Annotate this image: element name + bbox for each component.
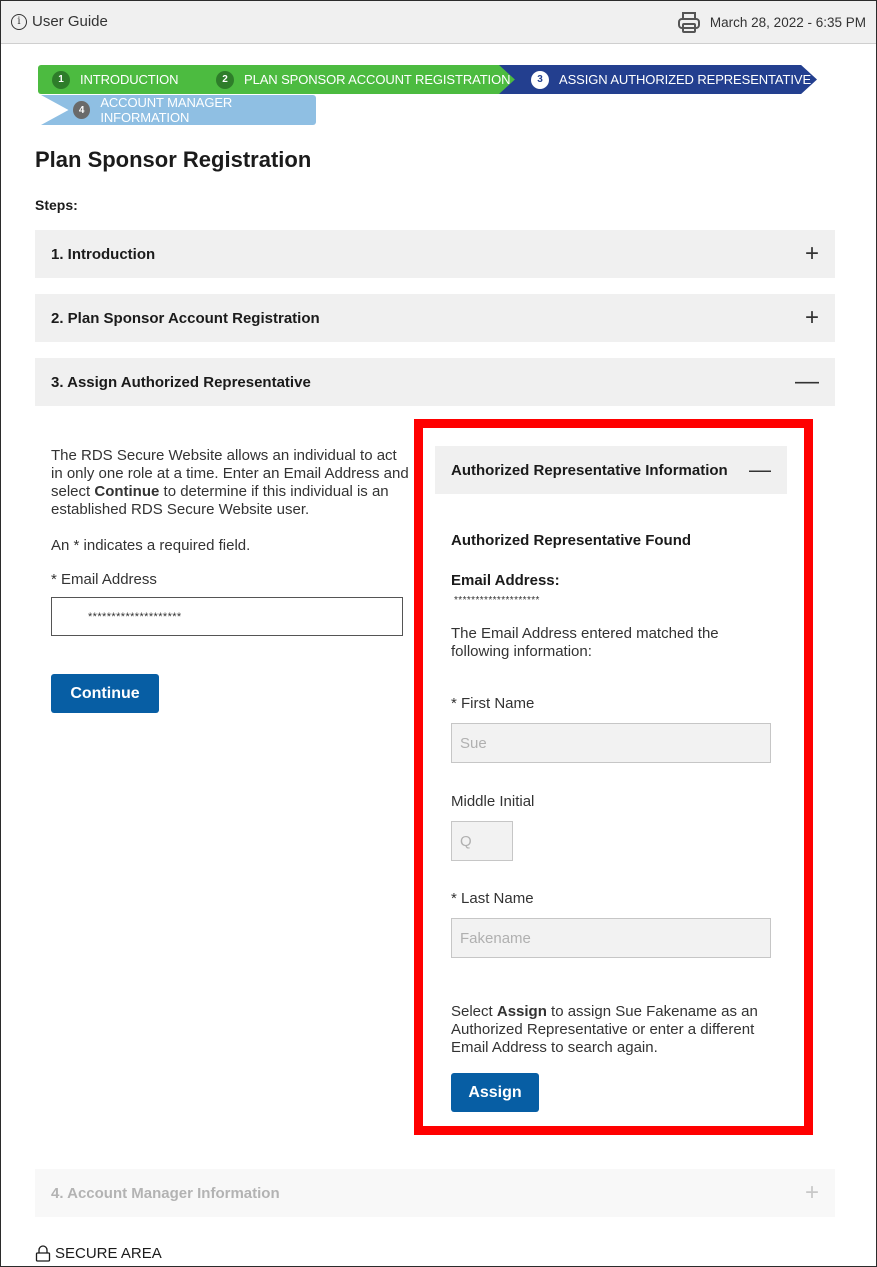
steps-label: Steps: xyxy=(35,197,78,213)
assign-instructions: Select Assign to assign Sue Fakename as … xyxy=(451,1003,781,1057)
page-frame: i User Guide March 28, 2022 - 6:35 PM 1 … xyxy=(0,0,877,1267)
info-icon: i xyxy=(11,13,27,30)
step-label: ASSIGN AUTHORIZED REPRESENTATIVE xyxy=(559,72,812,87)
plus-icon: + xyxy=(804,240,819,267)
accordion-assign-authorized-representative[interactable]: 3. Assign Authorized Representative — xyxy=(35,358,835,406)
step-label: INTRODUCTION xyxy=(80,72,179,87)
plus-icon: + xyxy=(804,304,819,331)
minus-icon: — xyxy=(795,368,819,395)
step-label: PLAN SPONSOR ACCOUNT REGISTRATION xyxy=(244,72,511,87)
user-guide-label: User Guide xyxy=(32,13,108,30)
section-header-label: Authorized Representative Information xyxy=(451,461,728,479)
last-name-field xyxy=(451,918,771,958)
step-number: 3 xyxy=(531,70,549,89)
intro-text: The RDS Secure Website allows an individ… xyxy=(51,447,411,519)
email-label: * Email Address xyxy=(51,571,157,588)
step-label: ACCOUNT MANAGER INFORMATION xyxy=(100,95,233,125)
secure-area-indicator: SECURE AREA xyxy=(35,1245,162,1262)
instructions-part: Select xyxy=(451,1003,497,1020)
email-input[interactable] xyxy=(51,597,403,636)
accordion-label: 3. Assign Authorized Representative xyxy=(51,373,311,391)
accordion-introduction[interactable]: 1. Introduction + xyxy=(35,230,835,278)
email-address-label: Email Address: xyxy=(451,572,560,589)
authorized-representative-info-header[interactable]: Authorized Representative Information — xyxy=(435,446,787,494)
assign-button[interactable]: Assign xyxy=(451,1073,539,1112)
continue-button[interactable]: Continue xyxy=(51,674,159,713)
intro-text-bold: Continue xyxy=(94,483,160,500)
page-title: Plan Sponsor Registration xyxy=(35,147,312,172)
required-note: An * indicates a required field. xyxy=(51,537,251,554)
stepper-step-3[interactable]: 3 ASSIGN AUTHORIZED REPRESENTATIVE xyxy=(499,65,817,94)
stepper-step-1[interactable]: 1 INTRODUCTION xyxy=(38,65,198,94)
stepper-step-4[interactable]: 4 ACCOUNT MANAGER INFORMATION xyxy=(41,95,316,125)
instructions-bold: Assign xyxy=(496,1003,547,1020)
accordion-account-manager-information: 4. Account Manager Information + xyxy=(35,1169,835,1217)
representative-found-title: Authorized Representative Found xyxy=(451,532,692,549)
print-icon[interactable] xyxy=(677,10,701,34)
timestamp: March 28, 2022 - 6:35 PM xyxy=(709,15,866,30)
user-guide-link[interactable]: i User Guide xyxy=(11,13,108,30)
lock-icon xyxy=(35,1245,51,1262)
middle-initial-field xyxy=(451,821,513,861)
accordion-label: 4. Account Manager Information xyxy=(51,1184,280,1202)
middle-initial-label: Middle Initial xyxy=(451,793,535,810)
step-number: 1 xyxy=(52,70,70,89)
step-number: 2 xyxy=(216,70,234,89)
secure-area-label: SECURE AREA xyxy=(55,1245,162,1262)
accordion-plan-sponsor-account-registration[interactable]: 2. Plan Sponsor Account Registration + xyxy=(35,294,835,342)
plus-icon: + xyxy=(804,1179,819,1206)
accordion-label: 2. Plan Sponsor Account Registration xyxy=(51,309,320,327)
last-name-label: * Last Name xyxy=(451,890,534,907)
first-name-field xyxy=(451,723,771,763)
top-bar: i User Guide March 28, 2022 - 6:35 PM xyxy=(1,1,876,44)
email-address-value: ******************** xyxy=(454,595,540,606)
stepper-step-2[interactable]: 2 PLAN SPONSOR ACCOUNT REGISTRATION xyxy=(184,65,516,94)
first-name-label: * First Name xyxy=(451,695,535,712)
accordion-label: 1. Introduction xyxy=(51,245,156,263)
matched-text: The Email Address entered matched the fo… xyxy=(451,625,719,660)
step-number: 4 xyxy=(73,101,91,119)
minus-icon: — xyxy=(749,457,771,482)
